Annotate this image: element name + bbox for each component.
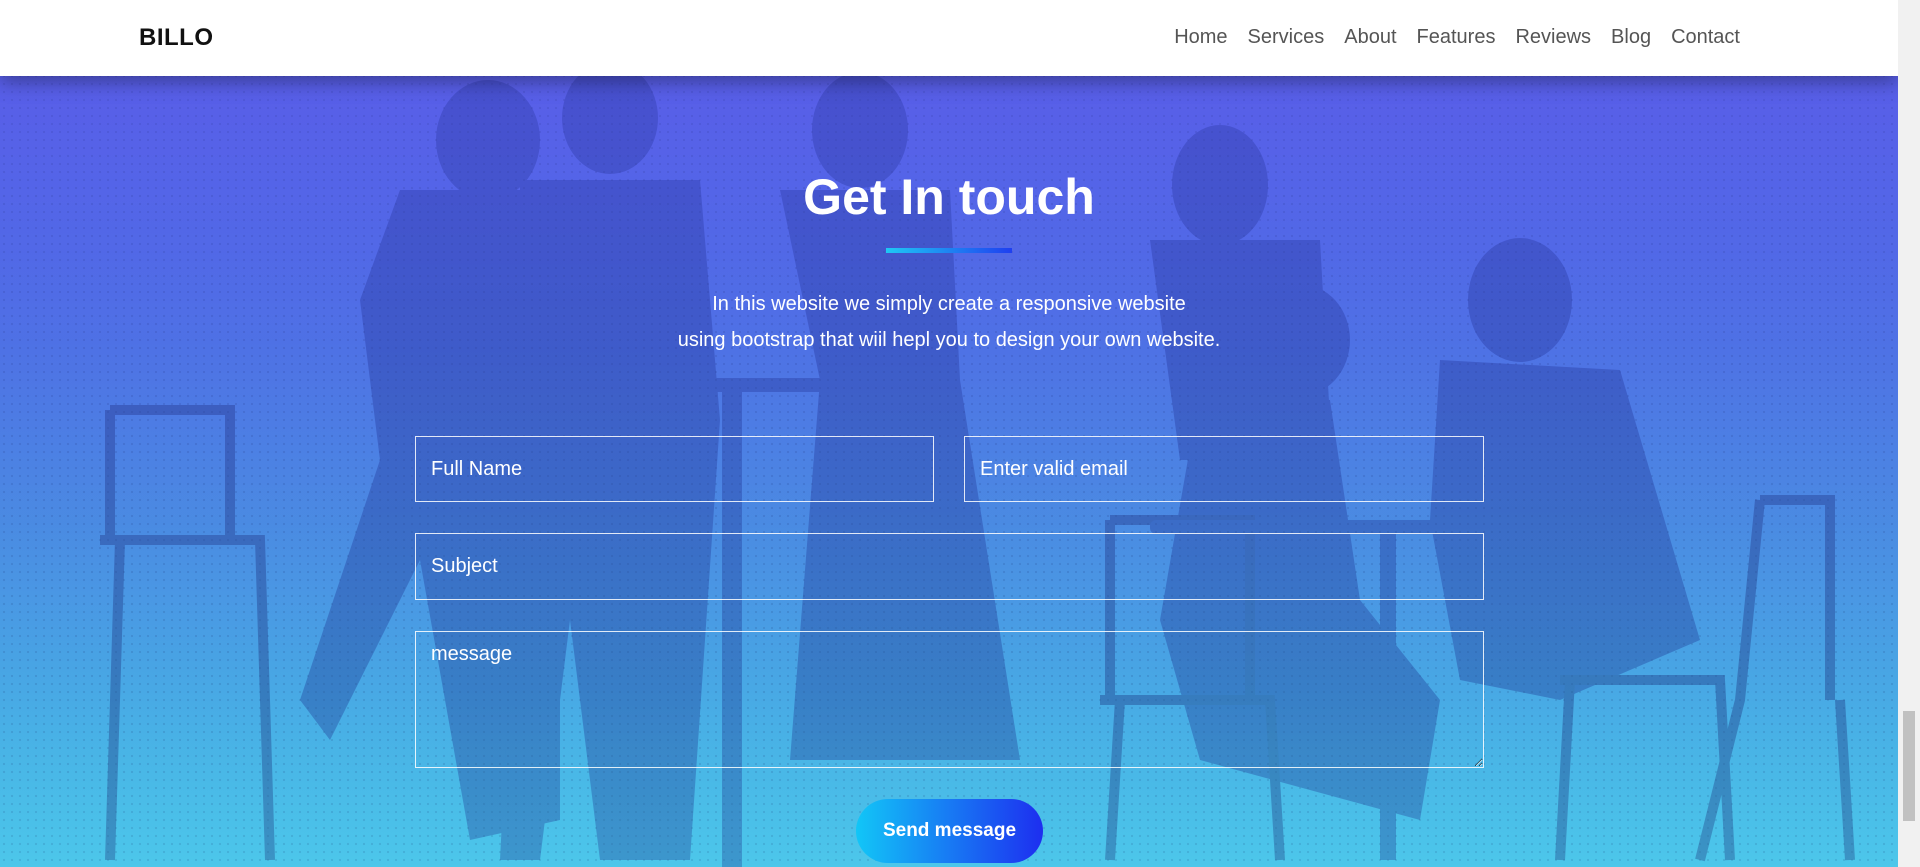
subject-input[interactable] <box>415 533 1484 600</box>
full-name-input[interactable] <box>415 436 934 502</box>
nav-link-contact[interactable]: Contact <box>1661 26 1750 49</box>
page-scrollbar[interactable] <box>1898 0 1920 867</box>
email-input[interactable] <box>964 436 1484 502</box>
subtitle-line-1: In this website we simply create a respo… <box>712 293 1186 315</box>
message-textarea[interactable] <box>415 631 1484 768</box>
title-underline <box>886 248 1012 253</box>
nav-link-services[interactable]: Services <box>1238 26 1335 49</box>
section-subtitle: In this website we simply create a respo… <box>0 286 1898 358</box>
contact-form-container: Get In touch In this website we simply c… <box>0 0 1898 867</box>
section-title: Get In touch <box>803 169 1095 225</box>
send-message-button[interactable]: Send message <box>856 799 1043 863</box>
brand-logo[interactable]: BILLO <box>139 24 214 52</box>
page: BILLO Home Services About Features Revie… <box>0 0 1920 867</box>
subtitle-line-2: using bootstrap that wiil hepl you to de… <box>677 329 1221 351</box>
nav-links: Home Services About Features Reviews Blo… <box>1164 26 1750 49</box>
nav-link-reviews[interactable]: Reviews <box>1505 26 1601 49</box>
navbar: BILLO Home Services About Features Revie… <box>0 0 1898 76</box>
scrollbar-thumb[interactable] <box>1903 711 1915 821</box>
nav-link-home[interactable]: Home <box>1164 26 1237 49</box>
nav-link-blog[interactable]: Blog <box>1601 26 1661 49</box>
nav-link-features[interactable]: Features <box>1407 26 1506 49</box>
nav-link-about[interactable]: About <box>1334 26 1406 49</box>
